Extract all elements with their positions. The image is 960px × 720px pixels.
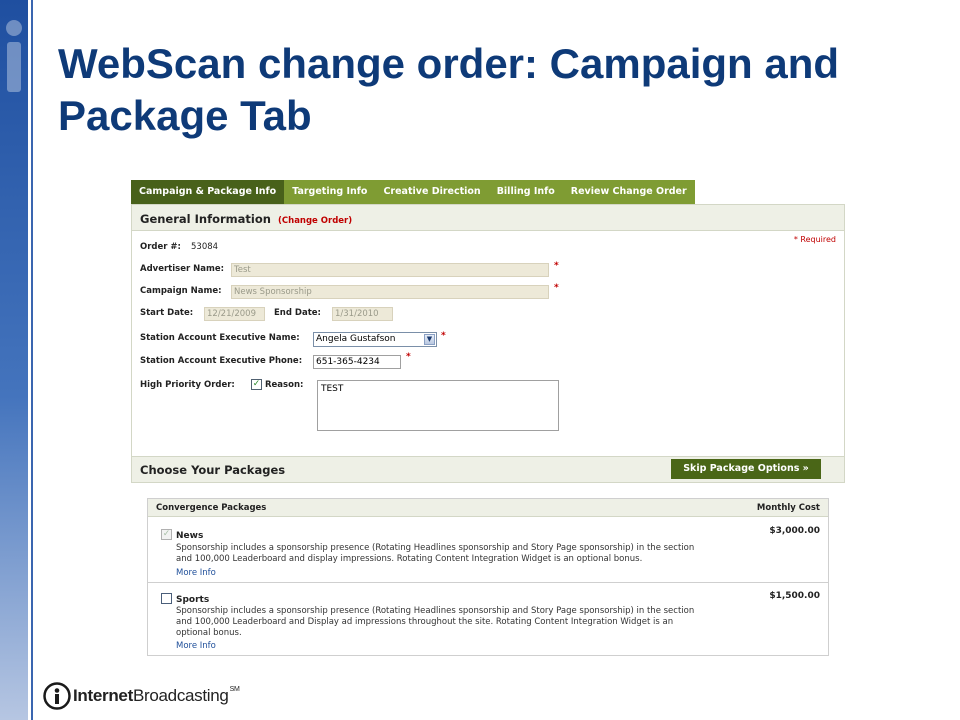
chevron-down-icon[interactable]: ▼ (424, 334, 435, 345)
column-header-packages: Convergence Packages (156, 503, 267, 513)
logo-i-icon (43, 682, 71, 710)
sports-checkbox[interactable] (161, 593, 172, 604)
required-mark: * (554, 261, 559, 271)
internet-broadcasting-logo: InternetBroadcastingSM (43, 681, 240, 711)
package-name: Sports (176, 595, 210, 605)
order-number-label: Order #: (140, 242, 181, 252)
required-mark: * (441, 331, 446, 341)
info-watermark-icon (6, 20, 22, 92)
left-accent-bar (0, 0, 28, 720)
package-cost: $1,500.00 (769, 591, 820, 601)
slide-title: WebScan change order: Campaign and Packa… (58, 40, 840, 139)
tab-campaign-package-info[interactable]: Campaign & Package Info (131, 180, 285, 204)
more-info-link[interactable]: More Info (176, 568, 216, 578)
end-date-label: End Date: (274, 308, 321, 318)
tab-billing-info[interactable]: Billing Info (488, 180, 563, 204)
general-info-title: General Information (140, 212, 271, 226)
package-description-line: Sponsorship includes a sponsorship prese… (176, 543, 695, 553)
sae-name-select[interactable]: Angela Gustafson ▼ (313, 332, 437, 347)
tab-creative-direction[interactable]: Creative Direction (375, 180, 489, 204)
high-priority-checkbox[interactable]: ✓ (251, 379, 262, 390)
package-name: News (176, 531, 204, 541)
packages-title: Choose Your Packages (140, 463, 286, 477)
logo-text: InternetBroadcastingSM (73, 686, 240, 705)
reason-textarea[interactable]: TEST (317, 380, 559, 431)
more-info-link[interactable]: More Info (176, 641, 216, 651)
tab-bar: Campaign & Package Info Targeting Info C… (131, 180, 695, 204)
news-checkbox[interactable]: ✓ (161, 529, 172, 540)
sae-name-selected: Angela Gustafson (316, 334, 396, 344)
column-header-monthly-cost: Monthly Cost (756, 503, 820, 513)
package-description-line: and 100,000 Leaderboard and display impr… (176, 554, 643, 564)
tab-targeting-info[interactable]: Targeting Info (284, 180, 376, 204)
order-number-value: 53084 (191, 242, 219, 252)
packages-header: Choose Your Packages Skip Package Option… (131, 456, 845, 483)
advertiser-name-label: Advertiser Name: (140, 264, 224, 274)
campaign-name-label: Campaign Name: (140, 286, 222, 296)
required-note: * Required (793, 235, 836, 244)
table-row-news: ✓ News Sponsorship includes a sponsorshi… (148, 518, 828, 582)
table-row-sports: Sports Sponsorship includes a sponsorshi… (148, 583, 828, 655)
webscan-screenshot: Campaign & Package Info Targeting Info C… (131, 180, 845, 656)
sae-name-label: Station Account Executive Name: (140, 333, 300, 343)
left-accent-line (31, 0, 33, 720)
package-cost: $3,000.00 (769, 526, 820, 536)
sae-phone-input[interactable]: 651-365-4234 (313, 355, 401, 369)
skip-package-options-button[interactable]: Skip Package Options » (671, 459, 821, 479)
required-mark: * (554, 283, 559, 293)
high-priority-label: High Priority Order: (140, 380, 235, 390)
package-description-line: optional bonus. (176, 628, 242, 638)
required-mark: * (406, 352, 411, 362)
campaign-name-field[interactable]: News Sponsorship (231, 285, 549, 299)
packages-table: Convergence Packages Monthly Cost ✓ News… (147, 498, 829, 656)
advertiser-name-field[interactable]: Test (231, 263, 549, 277)
start-date-field[interactable]: 12/21/2009 (204, 307, 265, 321)
package-description-line: Sponsorship includes a sponsorship prese… (176, 606, 695, 616)
general-info-header: General Information (Change Order) (131, 204, 845, 231)
general-info-form: * Required Order #: 53084 Advertiser Nam… (131, 231, 845, 457)
tab-review-change-order[interactable]: Review Change Order (562, 180, 695, 204)
start-date-label: Start Date: (140, 308, 194, 318)
table-header: Convergence Packages Monthly Cost (148, 499, 828, 517)
reason-label: Reason: (265, 380, 304, 390)
change-order-label: (Change Order) (278, 216, 353, 226)
end-date-field[interactable]: 1/31/2010 (332, 307, 393, 321)
sae-phone-label: Station Account Executive Phone: (140, 356, 303, 366)
package-description-line: and 100,000 Leaderboard and Display ad i… (176, 617, 674, 627)
